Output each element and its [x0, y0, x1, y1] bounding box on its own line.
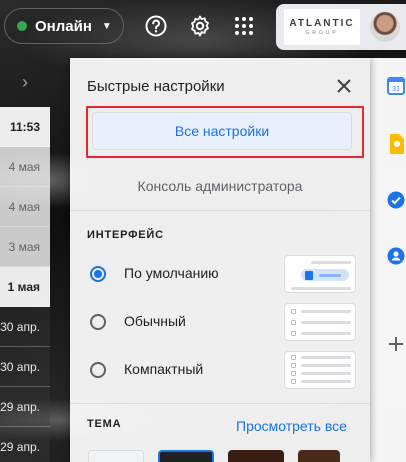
density-preview-compact: [284, 351, 356, 389]
svg-text:31: 31: [392, 86, 400, 93]
keep-icon[interactable]: [386, 134, 406, 154]
theme-thumbnail-photo[interactable]: [228, 450, 284, 462]
mail-date: 3 мая: [8, 239, 40, 254]
chevron-down-icon: ▼: [101, 20, 112, 32]
admin-console-link[interactable]: Консоль администратора: [70, 178, 370, 194]
mail-row[interactable]: 29 апр.: [0, 387, 50, 427]
theme-heading: ТЕМА: [87, 418, 122, 430]
mail-date: 30 апр.: [0, 319, 40, 334]
density-option-default[interactable]: По умолчанию: [70, 255, 370, 295]
calendar-icon[interactable]: 31: [386, 76, 406, 96]
online-status-dot: [17, 21, 27, 31]
density-option-compact[interactable]: Компактный: [70, 351, 370, 391]
mail-row[interactable]: 30 апр.: [0, 347, 50, 387]
quick-settings-panel: Быстрые настройки Все настройки Консоль …: [70, 58, 370, 462]
chevron-right-icon[interactable]: ›: [22, 72, 28, 93]
mail-date: 11:53: [9, 119, 40, 134]
account-switcher[interactable]: ATLANTIC GROUP: [276, 4, 406, 50]
theme-thumbnail-default[interactable]: [88, 450, 144, 462]
mail-row[interactable]: 4 мая: [0, 147, 50, 187]
organization-logo: ATLANTIC GROUP: [284, 9, 360, 45]
mail-row[interactable]: 4 мая: [0, 187, 50, 227]
all-settings-button[interactable]: Все настройки: [92, 112, 352, 150]
radio-button[interactable]: [90, 266, 106, 282]
mail-row[interactable]: 30 апр.: [0, 307, 50, 347]
mail-date: 30 апр.: [0, 359, 40, 374]
density-option-label: Обычный: [124, 313, 186, 329]
density-option-label: Компактный: [124, 361, 204, 377]
status-label: Онлайн: [35, 17, 92, 35]
mail-row[interactable]: 29 апр.: [0, 427, 50, 462]
side-panel: 31: [370, 58, 406, 462]
mail-row[interactable]: 1 мая: [0, 267, 50, 307]
view-all-themes-link[interactable]: Просмотреть все: [236, 418, 347, 434]
contacts-icon[interactable]: [386, 246, 406, 266]
add-icon[interactable]: [386, 334, 406, 354]
mail-date: 29 апр.: [0, 399, 40, 414]
density-option-label: По умолчанию: [124, 265, 219, 281]
divider: [70, 210, 370, 211]
radio-button[interactable]: [90, 362, 106, 378]
theme-thumbnail-photo[interactable]: [298, 450, 340, 462]
interface-heading: ИНТЕРФЕЙС: [87, 229, 164, 241]
avatar[interactable]: [370, 12, 400, 42]
mail-date: 4 мая: [8, 199, 40, 214]
mail-date: 29 апр.: [0, 439, 40, 454]
mail-date: 4 мая: [8, 159, 40, 174]
mail-row[interactable]: 11:53: [0, 107, 50, 147]
radio-button[interactable]: [90, 314, 106, 330]
quick-settings-title: Быстрые настройки: [87, 78, 225, 95]
status-selector[interactable]: Онлайн ▼: [4, 8, 124, 44]
density-option-comfortable[interactable]: Обычный: [70, 303, 370, 343]
divider: [70, 403, 370, 404]
apps-grid-icon[interactable]: [230, 12, 258, 40]
tasks-icon[interactable]: [386, 190, 406, 210]
close-icon[interactable]: [332, 74, 356, 98]
mail-date: 1 мая: [7, 279, 40, 294]
theme-thumbnail-dark[interactable]: [158, 450, 214, 462]
density-preview-default: [284, 255, 356, 293]
help-icon[interactable]: [142, 12, 170, 40]
density-preview-comfortable: [284, 303, 356, 341]
settings-gear-icon[interactable]: [186, 12, 214, 40]
mail-row[interactable]: 3 мая: [0, 227, 50, 267]
